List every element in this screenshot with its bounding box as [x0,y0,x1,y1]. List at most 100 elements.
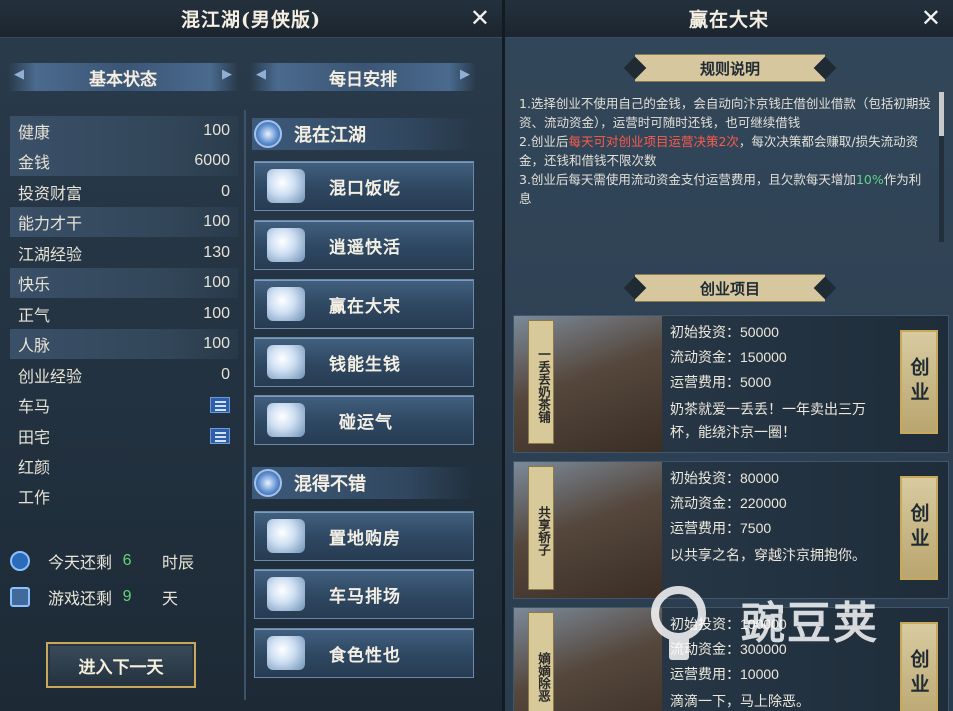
stat-row: 投资财富 0 [10,177,238,207]
project-name: 一丢丢奶茶铺 [528,320,554,444]
action-button[interactable]: 钱能生钱 [254,337,474,387]
action-button[interactable]: 逍遥快活 [254,220,474,270]
stat-label: 创业经验 [18,367,83,386]
ingot-icon [267,345,305,379]
stat-row: 江湖经验 130 [10,238,238,268]
action-button[interactable]: 赢在大宋 [254,279,474,329]
stat-row: 田宅 [10,421,238,451]
project-desc: 奶茶就爱一丢丢！一年卖出三万杯，能绕汴京一圈！ [670,402,866,441]
clock-icon [10,551,30,571]
category-header: 混得不错 [252,467,474,499]
chevron-left-icon: ◀ [14,67,24,82]
stat-label: 健康 [18,123,51,142]
stat-row: 金钱 6000 [10,146,238,176]
schedule-header: ◀ 每日安排 ▶ [250,63,476,91]
today-remaining: 今天还剩 6 时辰 [10,547,240,575]
stat-row: 正气 100 [10,299,238,329]
rule-2: 2.创业后每天可对创业项目运营决策2次，每次决策都会赚取/损失流动资金，还钱和借… [519,132,933,170]
project-desc: 以共享之名，穿越汴京拥抱你。 [670,548,866,564]
action-button[interactable]: 食色性也 [254,628,474,678]
stat-row: 快乐 100 [10,268,238,298]
project-name: 共享轿子 [528,466,554,590]
next-day-button[interactable]: 进入下一天 [46,642,196,688]
action-label: 车马排场 [329,586,401,607]
action-label: 混口饭吃 [329,178,401,199]
stat-label: 工作 [18,488,51,507]
stat-label: 能力才干 [18,214,83,233]
watermark-text: 豌豆荚 [741,598,879,649]
scrollbar-thumb[interactable] [939,92,944,136]
stat-row: 健康 100 [10,116,238,146]
rules-scrollbar[interactable] [939,92,944,242]
rules-banner: 规则说明 [635,54,825,82]
stat-row: 创业经验 0 [10,360,238,390]
start-business-button[interactable]: 创业 [900,476,938,580]
rule-1: 1.选择创业不使用自己的金钱，会自动向汴京钱庄借创业借款（包括初期投资、流动资金… [519,96,931,130]
stat-value: 100 [203,213,230,230]
action-label: 钱能生钱 [329,354,401,375]
hourglass-icon [10,587,30,607]
project-flow: 流动资金：220000 [670,495,787,511]
close-icon[interactable]: ✕ [921,5,941,31]
stat-label: 田宅 [18,428,51,447]
project-info: 初始投资：50000 流动资金：150000 运营费用：5000 [670,320,890,395]
stat-row: 红颜 [10,451,238,481]
stat-row: 人脉 100 [10,329,238,359]
action-button[interactable]: 碰运气 [254,395,474,445]
category-header: 混在江湖 [252,118,474,150]
start-business-button[interactable]: 创业 [900,622,938,711]
rule-2-text: 2.创业后 [519,134,569,149]
list-icon[interactable] [210,397,230,413]
game-unit: 天 [162,589,179,608]
project-cost: 运营费用：7500 [670,520,772,536]
action-button[interactable]: 置地购房 [254,511,474,561]
game-remaining: 游戏还剩 9 天 [10,583,240,611]
project-invest: 初始投资：50000 [670,324,779,340]
project-card: 一丢丢奶茶铺 初始投资：50000 流动资金：150000 运营费用：5000 … [513,315,949,453]
stat-label: 快乐 [18,275,51,294]
stat-row: 车马 [10,390,238,420]
game-value: 9 [122,588,132,605]
action-label: 食色性也 [329,645,401,666]
stat-label: 正气 [18,306,51,325]
action-button[interactable]: 车马排场 [254,569,474,619]
right-title: 赢在大宋 [688,9,769,31]
rule-3-highlight: 10% [855,172,884,187]
dice-icon [267,403,305,437]
schedule-header-label: 每日安排 [329,69,397,90]
action-button[interactable]: 混口饭吃 [254,161,474,211]
stat-value: 0 [221,183,230,200]
pagoda-icon [254,469,282,497]
today-value: 6 [122,552,132,569]
watermark-logo-icon [645,574,715,664]
shop-icon [267,287,305,321]
today-unit: 时辰 [162,553,195,572]
action-label: 碰运气 [339,412,393,433]
wine-jar-icon [267,228,305,262]
stat-label: 金钱 [18,153,51,172]
project-desc: 滴滴一下，马上除恶。 [670,694,810,710]
status-header: ◀ 基本状态 ▶ [8,63,238,91]
stat-label: 江湖经验 [18,245,83,264]
chevron-right-icon: ▶ [460,67,470,82]
watermark: 豌豆荚 [645,574,879,664]
stat-value: 0 [221,366,230,383]
close-icon[interactable]: ✕ [470,5,490,31]
stat-label: 投资财富 [18,184,83,203]
stat-label: 红颜 [18,458,51,477]
project-info: 初始投资：80000 流动资金：220000 运营费用：7500 [670,466,890,541]
left-title-bar: 混江湖(男侠版) ✕ [0,0,502,38]
category-label: 混得不错 [294,474,366,495]
house-icon [267,519,305,553]
stat-row: 工作 [10,481,238,511]
left-title: 混江湖(男侠版) [181,9,321,31]
projects-banner: 创业项目 [635,274,825,302]
list-icon[interactable] [210,428,230,444]
stat-value: 100 [203,122,230,139]
start-business-button[interactable]: 创业 [900,330,938,434]
stat-value: 6000 [194,152,230,169]
action-label: 赢在大宋 [329,296,401,317]
rules-text: 1.选择创业不使用自己的金钱，会自动向汴京钱庄借创业借款（包括初期投资、流动资金… [519,94,933,208]
right-title-bar: 赢在大宋 ✕ [505,0,953,38]
flower-icon [267,636,305,670]
